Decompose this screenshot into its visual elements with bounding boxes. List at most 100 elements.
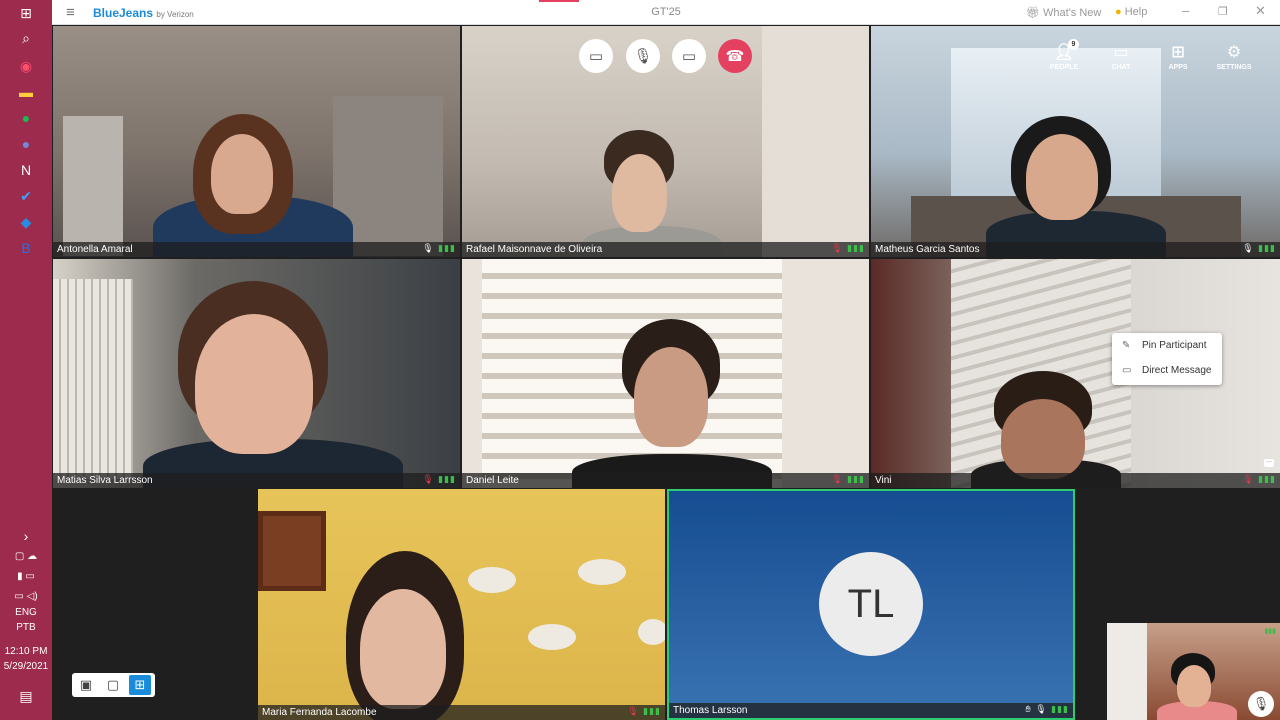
hand-icon: ✋︎ <box>1025 704 1032 714</box>
camera-button[interactable]: ▭ <box>579 39 613 73</box>
person-face <box>634 347 708 447</box>
share-screen-button[interactable]: ▭ <box>672 39 706 73</box>
signal-icon: ▮▮▮ <box>643 706 661 716</box>
clock-date[interactable]: 5/29/2021 <box>0 661 52 672</box>
network-volume-icon[interactable]: ▭ ◁) <box>14 586 38 606</box>
speaker-layout-icon: ▢ <box>106 677 120 692</box>
monitor-icon: ▭ <box>681 48 697 65</box>
video-grid: Antonella Amaral 🎙︎ ▮▮▮ Rafael Maisonnav… <box>52 25 1280 720</box>
vscode-icon[interactable]: ◆ <box>14 212 38 232</box>
language-secondary[interactable]: PTB <box>0 622 52 633</box>
notion-icon[interactable]: N <box>14 160 38 180</box>
mic-battery-icon[interactable]: ▮ ▭ <box>14 566 38 586</box>
signal-icon: ▮▮▮ <box>1051 704 1069 714</box>
window-blinds <box>53 279 133 479</box>
signal-icon: ▮▮▮ <box>1258 243 1276 253</box>
participant-tile-active-speaker[interactable]: TL Thomas Larsson ✋︎ 🎙︎ ▮▮▮ <box>667 489 1075 720</box>
person-face <box>1177 665 1211 707</box>
chat-button[interactable]: ▭ CHAT <box>1101 42 1141 71</box>
self-mic-button[interactable]: 🎙︎ <box>1248 691 1274 717</box>
spotify-icon[interactable]: ● <box>14 108 38 128</box>
app-brand: BlueJeans by Verizon <box>93 6 194 20</box>
people-count: 9 <box>1068 39 1079 50</box>
participant-namebar: Maria Fernanda Lacombe 🎙︎ ▮▮▮ <box>258 705 665 720</box>
todo-check-icon[interactable]: ✔ <box>14 186 38 206</box>
wall <box>762 26 869 257</box>
participant-namebar: Thomas Larsson ✋︎ 🎙︎ ▮▮▮ <box>669 703 1073 718</box>
signal-icon: ▮▮▮ <box>1258 474 1276 484</box>
whats-new-link[interactable]: 🎁︎ What's New <box>1026 6 1101 19</box>
settings-label: SETTINGS <box>1216 64 1252 71</box>
audio-status: 🎙︎ ▮▮▮ <box>422 474 456 485</box>
person-face <box>211 134 273 214</box>
help-link[interactable]: ● Help <box>1115 6 1147 18</box>
video-camera-icon: ▭ <box>588 48 604 65</box>
layout-people-view-button[interactable]: ▣ <box>75 675 97 695</box>
audio-status: 🎙︎ ▮▮▮ <box>627 706 661 717</box>
participant-namebar: Matheus Garcia Santos 🎙︎ ▮▮▮ <box>871 242 1280 257</box>
self-view[interactable]: 🎙︎ ▮▮▮ <box>1107 623 1280 720</box>
mic-muted-icon: 🎙︎ <box>831 474 844 484</box>
search-icon[interactable]: ⌕ <box>14 28 38 48</box>
windows-start-icon[interactable]: ⊞ <box>14 3 38 23</box>
participant-namebar: Antonella Amaral 🎙︎ ▮▮▮ <box>53 242 460 257</box>
dm-label: Direct Message <box>1142 365 1212 376</box>
mic-icon: 🎙︎ <box>422 243 435 253</box>
mic-button[interactable]: 🎙︎ <box>626 39 660 73</box>
apps-button[interactable]: ⊞ APPS <box>1158 42 1198 71</box>
bluejeans-b-icon[interactable]: B <box>14 238 38 258</box>
participant-name: Antonella Amaral <box>57 244 133 255</box>
signal-icon: ▮▮▮ <box>438 243 456 253</box>
minimize-button[interactable]: – <box>1182 3 1189 18</box>
clock-time[interactable]: 12:10 PM <box>0 646 52 657</box>
participant-name: Maria Fernanda Lacombe <box>262 707 377 718</box>
close-button[interactable]: ✕ <box>1255 3 1266 19</box>
participant-namebar: Daniel Leite 🎙︎ ▮▮▮ <box>462 473 869 488</box>
hangup-button[interactable]: ☎︎ <box>718 39 752 73</box>
file-explorer-icon[interactable]: ▬ <box>14 82 38 102</box>
wall-fish-decor <box>468 567 516 593</box>
people-button[interactable]: 👤︎ 9 PEOPLE <box>1044 39 1084 71</box>
pin-participant-item[interactable]: ✎ Pin Participant <box>1112 333 1222 358</box>
direct-message-item[interactable]: ▭ Direct Message <box>1112 358 1222 383</box>
participant-namebar: Matias Silva Larrsson 🎙︎ ▮▮▮ <box>53 473 460 488</box>
layout-gallery-view-button[interactable]: ⊞ <box>129 675 151 695</box>
mic-muted-icon: 🎙︎ <box>831 243 844 253</box>
gift-icon: 🎁︎ <box>1026 7 1040 19</box>
mic-muted-icon: 🎙︎ <box>422 474 435 484</box>
participant-tile[interactable]: Maria Fernanda Lacombe 🎙︎ ▮▮▮ <box>258 489 665 720</box>
audio-status: 🎙︎ ▮▮▮ <box>1242 243 1276 254</box>
language-primary[interactable]: ENG <box>0 607 52 618</box>
microphone-icon: 🎙︎ <box>633 48 653 65</box>
participant-tile[interactable]: Antonella Amaral 🎙︎ ▮▮▮ <box>53 26 460 257</box>
bluejeans-app-icon[interactable]: ◉ <box>14 56 38 76</box>
participant-name: Matheus Garcia Santos <box>875 244 980 255</box>
signal-icon: ▮▮▮ <box>438 474 456 484</box>
pin-icon: ✎ <box>1122 340 1131 351</box>
gallery-grid-icon: ⊞ <box>134 677 146 692</box>
windows-taskbar: ⊞ ⌕ ◉ ▬ ● ● N ✔ ◆ B › ▢ ☁ ▮ ▭ ▭ ◁) ENG P… <box>0 0 52 720</box>
more-options-icon[interactable]: ··· <box>1264 459 1274 467</box>
participant-tile[interactable]: Daniel Leite 🎙︎ ▮▮▮ <box>462 259 869 488</box>
participant-tile[interactable]: Rafael Maisonnave de Oliveira 🎙︎ ▮▮▮ <box>462 26 869 257</box>
audio-status: 🎙︎ ▮▮▮ <box>831 474 865 485</box>
participant-name: Matias Silva Larrsson <box>57 475 153 486</box>
loading-indicator <box>539 0 579 2</box>
layout-speaker-view-button[interactable]: ▢ <box>102 675 124 695</box>
person-face <box>360 589 446 709</box>
signal-icon: ▮▮▮ <box>847 474 865 484</box>
tray-apps-icon[interactable]: ▢ ☁ <box>14 546 38 566</box>
hamburger-menu-icon[interactable]: ≡ <box>66 4 75 21</box>
apps-grid-icon: ⊞ <box>1171 44 1185 61</box>
discord-icon[interactable]: ● <box>14 134 38 154</box>
signal-icon: ▮▮▮ <box>847 243 865 253</box>
participant-namebar: Rafael Maisonnave de Oliveira 🎙︎ ▮▮▮ <box>462 242 869 257</box>
chevron-right-icon[interactable]: › <box>14 526 38 546</box>
settings-button[interactable]: ⚙︎ SETTINGS <box>1214 42 1254 71</box>
chat-icon: ▭ <box>1113 44 1129 61</box>
audio-status: ✋︎ 🎙︎ ▮▮▮ <box>1026 704 1069 715</box>
participant-tile[interactable]: Matias Silva Larrsson 🎙︎ ▮▮▮ <box>53 259 460 488</box>
participant-name: Rafael Maisonnave de Oliveira <box>466 244 603 255</box>
notifications-icon[interactable]: ▤ <box>14 686 38 706</box>
maximize-button[interactable]: ❐ <box>1218 5 1228 18</box>
